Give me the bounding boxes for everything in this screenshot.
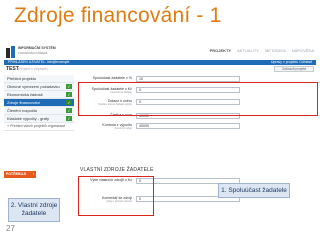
project-name: TEST: [6, 66, 19, 72]
project-header: TEST (Projekt v přípravě) Zobrazit proje…: [4, 66, 316, 73]
sidebar-item-all-projects[interactable]: + Přehled všech projektů organizace: [4, 123, 74, 131]
sidebar-item-zdroje[interactable]: Zdroje financování ✓: [4, 99, 74, 107]
sidebar-item-label: Obecné vymezení požadavku: [7, 84, 60, 89]
help-button-label: POTŘEBUJI POMOC?: [6, 172, 27, 183]
sidebar-item-ekonomicka[interactable]: Ekonomická žádosti ✓: [4, 91, 74, 99]
user-actions[interactable]: Úpravy v projektu Odhlásit: [271, 60, 312, 65]
nav-projekty[interactable]: PROJEKTY: [210, 48, 232, 53]
highlight-own-sources: [78, 176, 154, 216]
user-bar: PŘIHLÁŠEN UŽIVATEL: info@example Úpravy …: [4, 60, 316, 65]
project-status: (Projekt v přípravě): [18, 67, 48, 71]
sidebar-item-label: Zdroje financování: [7, 100, 40, 105]
check-icon: ✓: [66, 92, 72, 97]
sidebar-item-klasicke[interactable]: Klasické výpočty - grafy ✓: [4, 115, 74, 123]
logo-text: INFORMAČNÍ SYSTÉM: [18, 46, 56, 50]
sidebar-item-cleneni[interactable]: Členění rozpočtu ✓: [4, 107, 74, 115]
callout-line: 2. Vlastní zdroje: [10, 202, 58, 209]
slide-number: 27: [6, 224, 15, 233]
highlight-spoluucast: [78, 82, 318, 116]
sidebar-item-label: Klasické výpočty - grafy: [7, 116, 50, 121]
slide-title: Zdroje financování - 1: [14, 4, 222, 27]
nav-metodika[interactable]: METODIKA: [265, 48, 286, 53]
nav-aktuality[interactable]: AKTUALITY: [237, 48, 259, 53]
help-button[interactable]: POTŘEBUJI POMOC? ›: [4, 171, 36, 183]
callout-spoluucast: 1. Spoluúčast žadatele: [218, 183, 290, 198]
field-label: Kontrola z výpočtu (kontrolní údaj): [102, 123, 132, 130]
field-label: Spoluúčast žadatele v %: [92, 76, 132, 80]
sidebar-item-prehled[interactable]: Přehled projektu: [4, 75, 74, 83]
sidebar-item-label: Ekonomická žádosti: [7, 92, 43, 97]
logo-subtext: FINANČNÍHO ŘÍZENÍ: [18, 51, 48, 55]
view-project-button[interactable]: Zobrazit projekt: [274, 66, 314, 72]
chevron-right-icon: ›: [32, 172, 34, 176]
check-icon: ✓: [66, 108, 72, 113]
sidebar-item-label: Přehled projektu: [7, 76, 37, 81]
check-icon: ✓: [66, 116, 72, 121]
callout-own-sources: 2. Vlastní zdroje žadatele: [8, 198, 60, 222]
section-title: VLASTNÍ ZDROJE ŽADATELE: [80, 167, 154, 173]
sidebar: Přehled projektu Obecné vymezení požadav…: [4, 75, 74, 131]
sidebar-item-label: Členění rozpočtu: [7, 108, 38, 113]
nav-napoveda[interactable]: NÁPOVĚDA: [292, 48, 314, 53]
sidebar-item-obecne[interactable]: Obecné vymezení požadavku ✓: [4, 83, 74, 91]
top-navigation: PROJEKTY AKTUALITY METODIKA NÁPOVĚDA: [210, 48, 314, 53]
app-logo-icon: [6, 46, 16, 58]
check-icon: ✓: [66, 84, 72, 89]
kontrola-input[interactable]: 40000: [136, 123, 240, 129]
callout-line: žadatele: [21, 210, 47, 217]
user-info: PŘIHLÁŠEN UŽIVATEL: info@example: [8, 60, 70, 64]
check-icon: ✓: [66, 100, 72, 105]
